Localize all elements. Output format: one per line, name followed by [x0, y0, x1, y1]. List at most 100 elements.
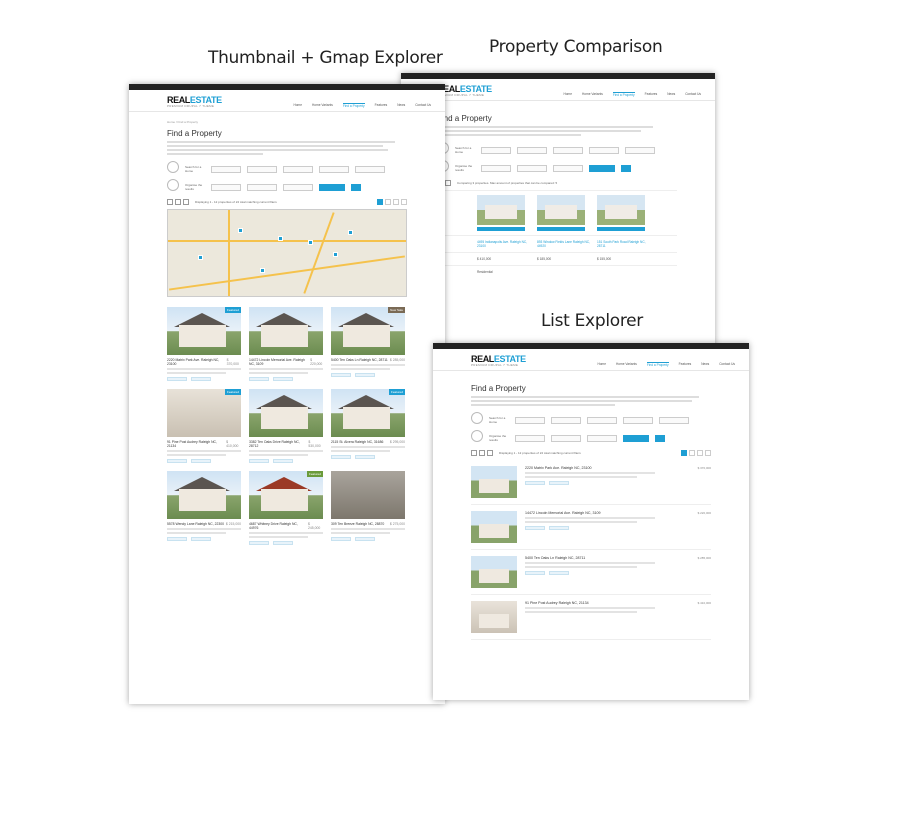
view-details-button[interactable] — [249, 377, 269, 381]
list-view-icon[interactable] — [445, 180, 451, 186]
nav-item[interactable]: Home Variants — [582, 92, 603, 97]
reset-button[interactable] — [655, 435, 665, 442]
property-card[interactable]: 3382 Ten Oaks Drive Raleigh NC, 28712 $ 5… — [249, 389, 323, 463]
grid-view-icon[interactable] — [167, 199, 173, 205]
property-photo[interactable]: Featured — [331, 389, 405, 437]
property-title[interactable]: 91 Pine Post Audrey Raleigh NC, 21134 — [525, 601, 589, 605]
page-button[interactable] — [681, 450, 687, 456]
property-link[interactable]: 151 South Park Road Raleigh NC, 28711 — [597, 240, 657, 248]
view-details-button[interactable] — [525, 571, 545, 575]
apply-filters-button[interactable] — [319, 184, 345, 191]
site-logo[interactable]: REALESTATE PREMIUM DRUPAL 7 THEME — [167, 96, 222, 108]
map-marker-icon[interactable] — [198, 255, 203, 260]
nav-item[interactable]: Contact Us — [719, 362, 735, 367]
property-card[interactable]: New Sale 5400 Ten Oaks Ln Raleigh NC, 287… — [331, 307, 405, 381]
property-photo[interactable] — [249, 307, 323, 355]
view-details-button[interactable] — [167, 377, 187, 381]
nav-item-active[interactable]: Find a Property — [342, 103, 365, 108]
compare-button[interactable] — [273, 377, 293, 381]
bathrooms-select[interactable] — [553, 147, 583, 154]
apply-filters-button[interactable] — [623, 435, 649, 442]
property-link[interactable]: 4495 Indianapolis Ave. Raleigh NC, 23100 — [477, 240, 537, 248]
nav-item[interactable]: Features — [679, 362, 692, 367]
property-title[interactable]: 5400 Ten Oaks Ln Raleigh NC, 28711 — [331, 358, 388, 362]
list-item[interactable]: 5400 Ten Oaks Ln Raleigh NC, 28711 $ 285,… — [471, 550, 711, 595]
nav-item[interactable]: Features — [645, 92, 658, 97]
grid-view-icon[interactable] — [471, 450, 477, 456]
property-title[interactable]: 3382 Ten Oaks Drive Raleigh NC, 28712 — [249, 440, 308, 448]
next-page-button[interactable] — [697, 450, 703, 456]
map-marker-icon[interactable] — [278, 236, 283, 241]
property-card[interactable]: Featured 91 Pine Post Audrey Raleigh NC, … — [167, 389, 241, 463]
last-page-button[interactable] — [705, 450, 711, 456]
reset-button[interactable] — [351, 184, 361, 191]
order-select[interactable] — [551, 435, 581, 442]
property-title[interactable]: 4687 Whitney Drive Raleigh NC, 44976 — [249, 522, 308, 530]
property-photo[interactable] — [537, 195, 585, 225]
property-card[interactable]: 5578 Wendy Lane Raleigh NC, 22300 $ 215,0… — [167, 471, 241, 545]
property-photo[interactable]: Featured — [167, 307, 241, 355]
view-details-button[interactable] — [331, 537, 351, 541]
property-title[interactable]: 5578 Wendy Lane Raleigh NC, 22300 — [167, 522, 224, 526]
bedrooms-select[interactable] — [517, 147, 547, 154]
property-title[interactable]: 91 Pine Post Audrey Raleigh NC, 21134 — [167, 440, 226, 448]
nav-item[interactable]: Features — [375, 103, 388, 108]
status-select[interactable] — [659, 417, 689, 424]
property-card[interactable]: Featured 2115 St. Alvera Raleigh NC, 3168… — [331, 389, 405, 463]
nav-item-active[interactable]: Find a Property — [646, 362, 669, 367]
property-photo[interactable] — [471, 556, 517, 588]
compare-button[interactable] — [549, 526, 569, 530]
property-title[interactable]: 2220 Matrix Park Ave. Raleigh NC, 23100 — [167, 358, 227, 366]
compare-button[interactable] — [273, 541, 293, 545]
remove-compare-button[interactable] — [537, 227, 585, 231]
compare-button[interactable] — [273, 459, 293, 463]
property-type-select[interactable] — [481, 147, 511, 154]
list-view-icon[interactable] — [479, 450, 485, 456]
view-details-button[interactable] — [331, 373, 351, 377]
compare-button[interactable] — [191, 459, 211, 463]
list-item[interactable]: 2220 Matrix Park Ave. Raleigh NC, 23100 $… — [471, 460, 711, 505]
property-photo[interactable]: New Sale — [331, 307, 405, 355]
compare-button[interactable] — [191, 377, 211, 381]
page-button[interactable] — [689, 450, 695, 456]
compare-button[interactable] — [355, 373, 375, 377]
property-title[interactable]: 14472 Lincoln Memorial Ave. Raleigh NC, … — [525, 511, 600, 515]
view-details-button[interactable] — [249, 541, 269, 545]
compare-button[interactable] — [549, 571, 569, 575]
remove-compare-button[interactable] — [597, 227, 645, 231]
map-marker-icon[interactable] — [348, 230, 353, 235]
property-photo[interactable] — [331, 471, 405, 519]
per-page-select[interactable] — [283, 184, 313, 191]
map-marker-icon[interactable] — [260, 268, 265, 273]
nav-item[interactable]: Home Variants — [616, 362, 637, 367]
property-photo[interactable]: Featured — [167, 389, 241, 437]
google-map[interactable] — [167, 209, 407, 297]
bathrooms-select[interactable] — [283, 166, 313, 173]
nav-item[interactable]: Home — [293, 103, 302, 108]
per-page-select[interactable] — [587, 435, 617, 442]
compare-button[interactable] — [549, 481, 569, 485]
property-photo[interactable] — [249, 389, 323, 437]
property-title[interactable]: 2220 Matrix Park Ave. Raleigh NC, 23100 — [525, 466, 591, 470]
apply-filters-button[interactable] — [589, 165, 615, 172]
nav-item[interactable]: Contact Us — [685, 92, 701, 97]
map-view-icon[interactable] — [487, 450, 493, 456]
bathrooms-select[interactable] — [587, 417, 617, 424]
nav-item[interactable]: Home — [597, 362, 606, 367]
compare-button[interactable] — [191, 537, 211, 541]
last-page-button[interactable] — [401, 199, 407, 205]
view-details-button[interactable] — [331, 455, 351, 459]
status-select[interactable] — [625, 147, 655, 154]
order-select[interactable] — [247, 184, 277, 191]
property-card[interactable]: Featured 2220 Matrix Park Ave. Raleigh NC… — [167, 307, 241, 381]
page-button[interactable] — [377, 199, 383, 205]
property-type-select[interactable] — [515, 417, 545, 424]
list-item[interactable]: 14472 Lincoln Memorial Ave. Raleigh NC, … — [471, 505, 711, 550]
property-photo[interactable] — [477, 195, 525, 225]
agent-select[interactable] — [589, 147, 619, 154]
list-item[interactable]: 91 Pine Post Audrey Raleigh NC, 21134 $ 4… — [471, 595, 711, 640]
nav-item[interactable]: News — [397, 103, 405, 108]
property-title[interactable]: 309 Ten Breeze Raleigh NC, 28870 — [331, 522, 384, 526]
property-card[interactable]: 14472 Lincoln Memorial Ave. Raleigh NC, … — [249, 307, 323, 381]
bedrooms-select[interactable] — [247, 166, 277, 173]
